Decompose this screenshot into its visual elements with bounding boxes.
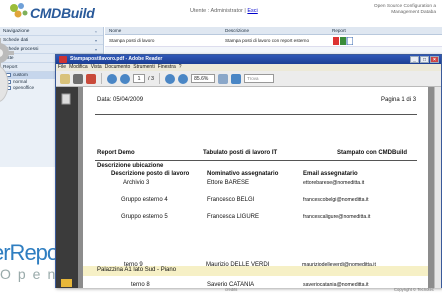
print-icon[interactable]	[73, 73, 83, 84]
cell-email: mauriziodelleverdi@nomeditta.it	[302, 262, 376, 268]
cell-desc: Archivio 3	[123, 180, 150, 186]
window-titlebar[interactable]: Stampapostilavoro.pdf - Adobe Reader _ □…	[56, 55, 441, 64]
nav-sub-label: openoffice	[13, 85, 35, 90]
zoom-select[interactable]: 85.6%	[191, 74, 216, 83]
report-grid-header: Nome Descrizione Report	[105, 27, 442, 35]
toolbar-separator	[101, 73, 102, 84]
coin-icon	[0, 64, 10, 104]
collapse-icon[interactable]: «	[95, 27, 97, 36]
zoom-in-icon[interactable]	[178, 73, 189, 84]
tagline-line-2: Management Databa	[391, 10, 436, 15]
column-desc-header: Descrizione posto di lavoro	[111, 171, 190, 177]
row-name: Stampa posti di lavoro	[109, 38, 155, 43]
app-tagline: Open Source Configuration a Management D…	[374, 4, 436, 16]
user-bar: Utente : Administrator | Esci	[190, 8, 258, 14]
minimize-button[interactable]: _	[410, 56, 419, 63]
close-button[interactable]: ×	[430, 56, 439, 63]
divider	[95, 160, 417, 161]
cell-email: ettorebarese@nomeditta.it	[303, 180, 365, 186]
report-format-icons[interactable]	[333, 37, 353, 45]
report-printed-by: Stampato con CMDBuild	[337, 150, 407, 156]
page-number-input[interactable]: 1	[133, 74, 145, 83]
row-description: Stampa posti di lavoro con report estern…	[225, 38, 310, 43]
logout-link[interactable]: Esci	[247, 8, 257, 14]
toolbar: 1 / 3 85.6% Trova	[56, 71, 441, 87]
toolbar-separator	[159, 73, 161, 84]
column-header-description[interactable]: Descrizione	[225, 27, 249, 35]
cell-desc: Gruppo esterno 4	[121, 197, 168, 203]
window-controls: _ □ ×	[410, 56, 439, 63]
chevron-down-icon: ▾	[94, 38, 97, 43]
open-icon[interactable]	[60, 73, 70, 84]
column-name-header: Nominativo assegnatario	[207, 171, 279, 177]
cell-desc: terno 9	[124, 262, 143, 268]
cell-email: francescaligure@nomeditta.it	[303, 214, 371, 220]
next-page-icon[interactable]	[120, 73, 130, 84]
cell-name: Ettore BARESE	[207, 180, 250, 186]
zoom-out-icon[interactable]	[165, 73, 176, 84]
column-header-report[interactable]: Report	[332, 27, 346, 35]
column-header-name[interactable]: Nome	[109, 27, 121, 35]
cell-desc: Gruppo esterno 5	[121, 214, 168, 220]
document-area: Data: 05/04/2009 Pagina 1 di 3 Report De…	[78, 87, 434, 288]
adobe-reader-window: Stampapostilavoro.pdf - Adobe Reader _ □…	[55, 54, 442, 288]
page-total: / 3	[148, 75, 155, 82]
maximize-button[interactable]: □	[420, 56, 429, 63]
prev-page-icon[interactable]	[107, 73, 117, 84]
cell-desc: terno 8	[131, 282, 150, 288]
report-date: Data: 05/04/2009	[97, 97, 144, 103]
pdf-icon	[59, 56, 67, 63]
comments-icon[interactable]	[61, 279, 72, 287]
fit-width-icon[interactable]	[231, 73, 242, 84]
divider	[95, 114, 417, 115]
cell-email: francescobelgi@nomeditta.it	[303, 197, 369, 203]
nav-label: Navigazione	[3, 29, 30, 34]
cell-email: saveriocatania@nomeditta.it	[303, 282, 369, 288]
menu-strumenti[interactable]: Strumenti	[133, 64, 154, 71]
nav-item-navigazione[interactable]: Navigazione «	[0, 27, 103, 36]
chevron-down-icon: ▾	[94, 47, 97, 52]
menu-help[interactable]: ?	[179, 64, 182, 71]
column-email-header: Email assegnatario	[303, 171, 358, 177]
user-label: Utente : Administrator |	[190, 8, 248, 14]
fit-page-icon[interactable]	[218, 73, 229, 84]
page-indicator: Pagina 1 di 3	[381, 97, 417, 103]
navigation-pane	[56, 87, 78, 288]
menu-vista[interactable]: Vista	[91, 64, 102, 71]
menu-documento[interactable]: Documento	[105, 64, 131, 71]
pdf-page: Data: 05/04/2009 Pagina 1 di 3 Report De…	[83, 87, 428, 288]
report-title: Report Demo	[97, 150, 135, 156]
cmdbuild-logo-mark	[6, 0, 30, 22]
cell-name: Maurizio DELLE VERDI	[206, 262, 270, 268]
find-input[interactable]: Trova	[244, 74, 275, 83]
email-icon[interactable]	[86, 73, 96, 84]
cell-name: Francesca LIGURE	[207, 214, 260, 220]
menu-modifica[interactable]: Modifica	[69, 64, 88, 71]
vertical-scrollbar[interactable]	[434, 87, 441, 288]
report-subtitle: Tabulato posti di lavoro IT	[203, 150, 278, 156]
table-row[interactable]: Stampa posti di lavoro Stampa posti di l…	[105, 35, 442, 47]
menu-bar: File Modifica Vista Documento Strumenti …	[56, 64, 441, 71]
cell-name: Francesco BELGI	[207, 197, 255, 203]
menu-file[interactable]: File	[58, 64, 66, 71]
window-title: Stampapostilavoro.pdf - Adobe Reader	[70, 56, 163, 62]
cell-name: Saverio CATANIA	[207, 282, 255, 288]
app-logo: CMDBuild	[30, 5, 95, 21]
section-label: Descrizione ubicazione	[97, 163, 164, 169]
menu-finestra[interactable]: Finestra	[158, 64, 176, 71]
pages-icon[interactable]	[61, 93, 72, 105]
